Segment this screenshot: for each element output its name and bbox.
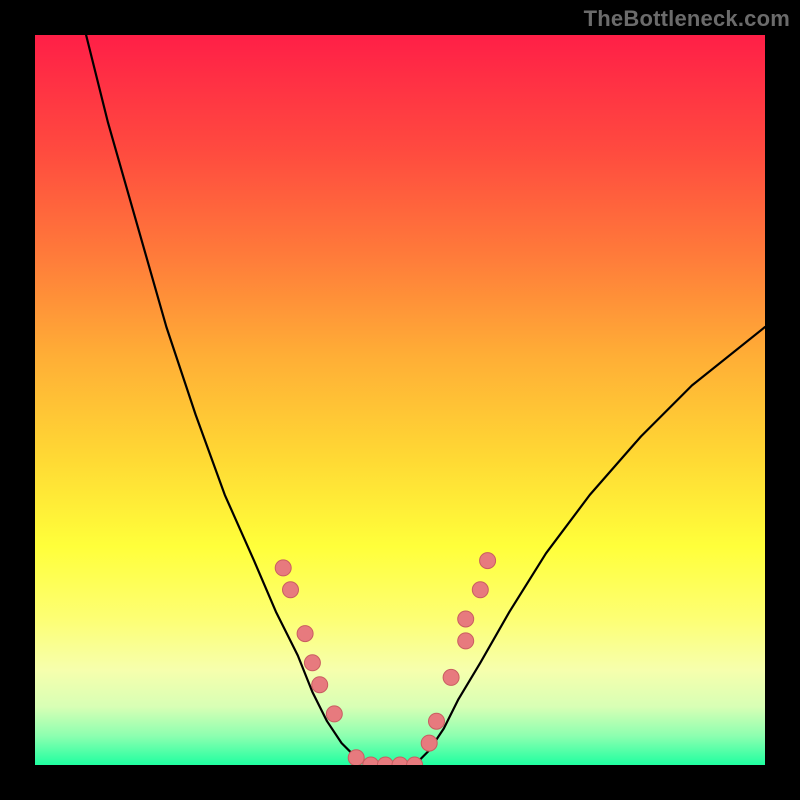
chart-frame: TheBottleneck.com [0, 0, 800, 800]
chart-svg [35, 35, 765, 765]
data-point [458, 633, 474, 649]
data-point [472, 582, 488, 598]
data-point [443, 669, 459, 685]
data-point [297, 626, 313, 642]
data-point [392, 757, 408, 765]
watermark-text: TheBottleneck.com [584, 6, 790, 32]
data-point [377, 757, 393, 765]
chart-markers [275, 553, 495, 765]
data-point [348, 750, 364, 765]
chart-curves [86, 35, 765, 765]
data-point [275, 560, 291, 576]
data-point [283, 582, 299, 598]
data-point [480, 553, 496, 569]
data-point [304, 655, 320, 671]
chart-plot-area [35, 35, 765, 765]
data-point [363, 757, 379, 765]
data-point [429, 713, 445, 729]
bottleneck-curve [86, 35, 765, 765]
data-point [312, 677, 328, 693]
data-point [458, 611, 474, 627]
data-point [421, 735, 437, 751]
data-point [326, 706, 342, 722]
